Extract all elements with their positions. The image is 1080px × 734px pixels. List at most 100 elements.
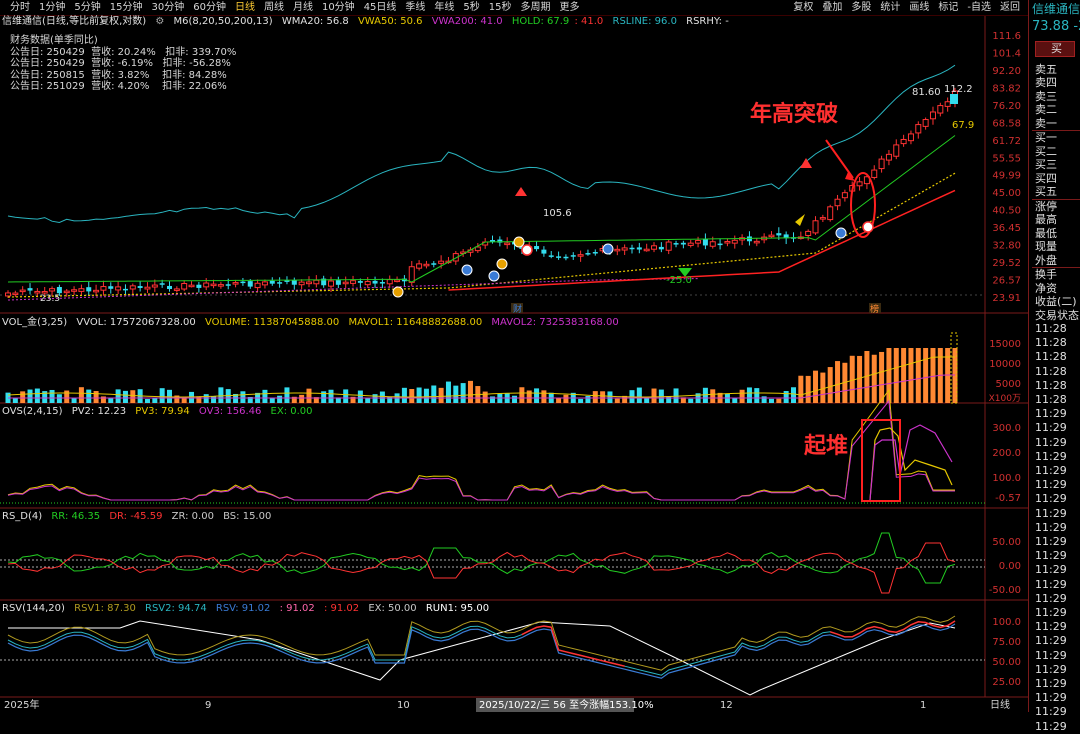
period-tab-4[interactable]: 30分钟 xyxy=(146,0,188,15)
toolbar-action-4[interactable]: 画线 xyxy=(904,0,933,15)
candle-body xyxy=(474,246,481,252)
period-tab-12[interactable]: 年线 xyxy=(429,0,458,15)
candle-body xyxy=(386,279,393,285)
buy-button[interactable]: 买 xyxy=(1035,40,1075,57)
vvol-value: VVOL: 17572067328.00 xyxy=(76,317,196,328)
period-tab-7[interactable]: 周线 xyxy=(259,0,288,15)
volume-bar xyxy=(805,375,811,403)
volume-bar xyxy=(857,355,863,403)
ovs-spike-purple xyxy=(869,424,953,501)
price-axis-label: 61.72 xyxy=(992,136,1021,147)
star-marker xyxy=(795,214,805,226)
rsv-extra-1: : 91.02 xyxy=(279,603,315,614)
signal-marker xyxy=(513,236,525,248)
period-tab-13[interactable]: 5秒 xyxy=(458,0,483,15)
candle-body xyxy=(41,291,48,294)
period-tab-15[interactable]: 多周期 xyxy=(516,0,555,15)
toolbar-action-7[interactable]: 返回 xyxy=(995,0,1024,15)
x-axis-month-12: 12 xyxy=(720,700,733,711)
volume-bar xyxy=(431,385,437,403)
candle-body xyxy=(629,247,635,250)
annotation-arrow xyxy=(825,139,854,179)
candle-body xyxy=(563,256,569,259)
volume-bar xyxy=(512,395,518,403)
rsline-value: RSLINE: 96.0 xyxy=(612,16,677,27)
period-tab-14[interactable]: 15秒 xyxy=(484,0,516,15)
rsv-line xyxy=(7,623,956,679)
volume-bar xyxy=(526,390,532,403)
financial-data-box: 财务数据(单季同比) 公告日: 250429 营收: 20.24% 扣非: 339… xyxy=(10,35,236,93)
candle-body xyxy=(768,234,775,238)
volume-bar xyxy=(71,397,77,403)
period-tab-2[interactable]: 5分钟 xyxy=(69,0,104,15)
volume-bar xyxy=(12,398,18,403)
candle-body xyxy=(812,220,819,234)
volume-bar xyxy=(893,348,899,403)
candle-body xyxy=(328,280,335,287)
toolbar-action-2[interactable]: 多股 xyxy=(846,0,875,15)
period-tab-1[interactable]: 1分钟 xyxy=(34,0,69,15)
toolbar-action-0[interactable]: 复权 xyxy=(788,0,817,15)
volume-bar xyxy=(592,391,598,403)
price-axis-label: 32.80 xyxy=(992,241,1021,252)
volume-bar xyxy=(56,394,62,403)
toolbar-action-1[interactable]: 叠加 xyxy=(817,0,846,15)
period-tab-6[interactable]: 日线 xyxy=(230,0,259,15)
volume-bar xyxy=(203,394,209,403)
candle-body xyxy=(731,239,738,244)
candle-body xyxy=(232,282,239,285)
candle-body xyxy=(614,248,621,252)
toolbar-action-6[interactable]: -自选 xyxy=(962,0,995,15)
peak-label: 81.60 xyxy=(912,87,941,98)
volume-bar xyxy=(636,387,642,403)
volume-bar xyxy=(614,398,620,403)
period-tab-8[interactable]: 月线 xyxy=(288,0,317,15)
price-axis-label: 68.58 xyxy=(992,118,1021,129)
period-tab-16[interactable]: 更多 xyxy=(555,0,584,15)
toolbar-action-5[interactable]: 标记 xyxy=(933,0,962,15)
volume-bar xyxy=(702,387,708,403)
candle-body xyxy=(709,241,716,247)
period-tab-9[interactable]: 10分钟 xyxy=(317,0,359,15)
volume-bar xyxy=(519,387,525,403)
toolbar-action-3[interactable]: 统计 xyxy=(875,0,904,15)
volume-bar xyxy=(159,388,165,403)
rsv-chart xyxy=(0,615,985,696)
candle-body xyxy=(937,105,944,114)
hold-val-label: 67.9 xyxy=(952,120,974,131)
quote-row: 最低 xyxy=(1035,226,1057,240)
candle-body xyxy=(291,280,297,285)
candle-body xyxy=(71,289,78,292)
vwa50-value: VWA50: 50.6 xyxy=(357,16,423,27)
volume-bar xyxy=(776,398,782,403)
period-tab-0[interactable]: 分时 xyxy=(5,0,34,15)
volume-bar xyxy=(871,354,877,403)
stock-change: -2 xyxy=(1073,18,1080,34)
tick-time: 11:29 xyxy=(1035,662,1067,676)
tick-time: 11:28 xyxy=(1035,322,1067,335)
volume-bar xyxy=(482,391,488,403)
volume-bar xyxy=(688,398,694,403)
price-axis-label: 83.82 xyxy=(992,83,1021,94)
tick-time: 11:29 xyxy=(1035,449,1067,463)
period-tab-11[interactable]: 季线 xyxy=(400,0,429,15)
volume-bar xyxy=(790,387,796,403)
candle-body xyxy=(944,101,951,107)
quote-row: 卖一 xyxy=(1032,117,1080,131)
candle-body xyxy=(357,281,363,283)
high-label: 105.6 xyxy=(543,208,572,219)
candle-body xyxy=(695,240,702,244)
ovs-axis-label: 100.0 xyxy=(992,473,1021,484)
period-tab-3[interactable]: 15分钟 xyxy=(105,0,147,15)
candle-body xyxy=(408,266,415,283)
start-label: 23.5 xyxy=(40,294,60,304)
volume-chart xyxy=(5,332,958,404)
volume-bar xyxy=(754,388,760,403)
price-axis-label: 36.45 xyxy=(992,223,1021,234)
period-tab-5[interactable]: 60分钟 xyxy=(188,0,230,15)
period-tab-10[interactable]: 45日线 xyxy=(359,0,401,15)
volume-bar xyxy=(739,389,745,403)
gear-icon[interactable]: ⚙ xyxy=(155,16,164,27)
rsd-chart xyxy=(0,532,985,594)
volume-bar xyxy=(401,387,407,403)
